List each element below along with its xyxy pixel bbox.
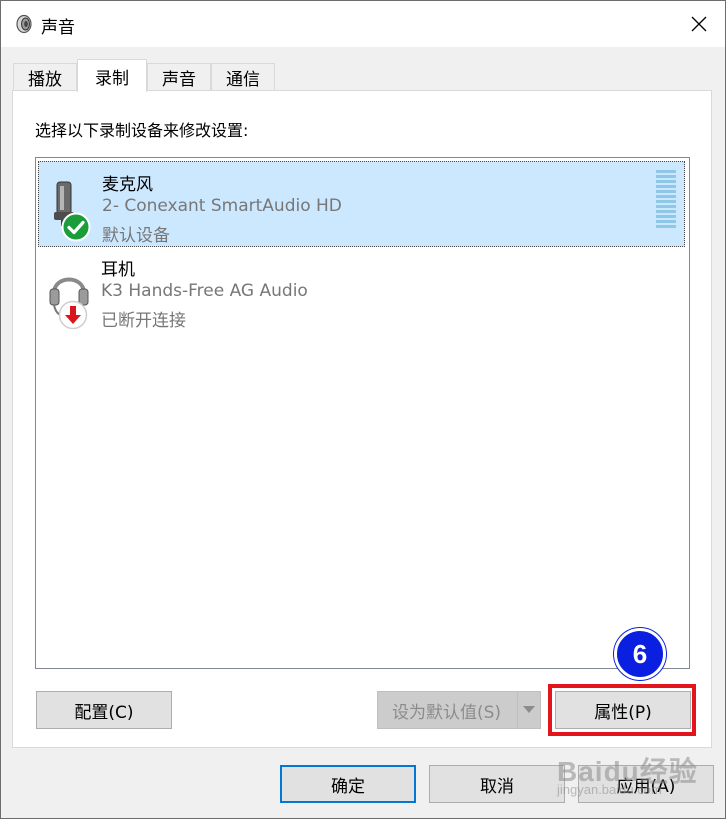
window-title: 声音 (41, 18, 75, 38)
step-number-badge: 6 (614, 628, 666, 680)
tab-sounds[interactable]: 声音 (147, 63, 211, 91)
level-meter (656, 170, 676, 230)
highlight-box (548, 684, 696, 736)
device-list[interactable]: 麦克风 2- Conexant SmartAudio HD 默认设备 耳机 K3… (35, 157, 690, 669)
set-default-label: 设为默认值(S) (392, 702, 502, 723)
device-name: 耳机 (101, 260, 135, 280)
green-check-icon (61, 212, 91, 242)
close-icon (691, 16, 707, 32)
tab-communications[interactable]: 通信 (211, 63, 275, 91)
device-item-microphone[interactable]: 麦克风 2- Conexant SmartAudio HD 默认设备 (38, 161, 685, 247)
speaker-icon (16, 14, 32, 34)
recording-panel: 选择以下录制设备来修改设置: 麦克风 2- Conexant SmartAudi… (12, 90, 712, 748)
device-description: 2- Conexant SmartAudio HD (102, 196, 342, 216)
red-down-arrow-icon (58, 300, 88, 330)
chevron-down-icon[interactable] (518, 692, 540, 728)
instruction-text: 选择以下录制设备来修改设置: (35, 121, 249, 140)
ok-button[interactable]: 确定 (280, 765, 416, 803)
configure-button[interactable]: 配置(C) (36, 691, 172, 729)
device-item-headset[interactable]: 耳机 K3 Hands-Free AG Audio 已断开连接 (38, 247, 685, 333)
cancel-button[interactable]: 取消 (429, 765, 565, 803)
title-bar: 声音 (1, 1, 725, 47)
set-default-button[interactable]: 设为默认值(S) (377, 691, 541, 729)
device-status: 已断开连接 (101, 311, 186, 331)
tab-recording[interactable]: 录制 (77, 59, 147, 92)
apply-button[interactable]: 应用(A) (578, 765, 714, 803)
tab-playback[interactable]: 播放 (13, 63, 77, 91)
device-description: K3 Hands-Free AG Audio (101, 281, 308, 301)
device-status: 默认设备 (102, 226, 170, 246)
close-button[interactable] (673, 1, 725, 47)
device-name: 麦克风 (102, 175, 153, 195)
